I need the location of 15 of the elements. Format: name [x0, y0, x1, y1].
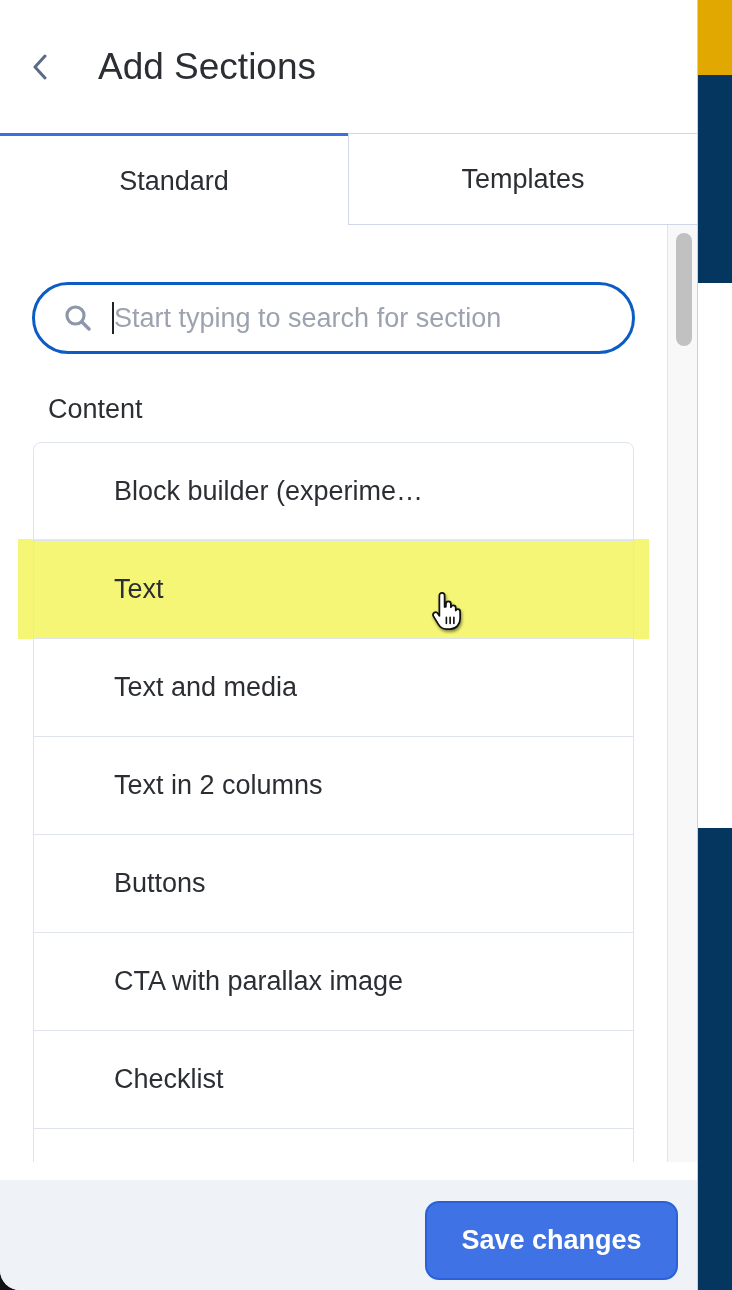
text-caret: [112, 302, 114, 334]
group-heading: Content: [47, 393, 144, 426]
section-list-item[interactable]: Buttons: [34, 835, 633, 933]
tab[interactable]: Templates: [348, 133, 697, 225]
section-list-item[interactable]: Text in 2 columns: [34, 737, 633, 835]
search-field[interactable]: Start typing to search for section: [32, 282, 635, 354]
panel-title: Add Sections: [98, 44, 317, 89]
section-list-item[interactable]: Text and media: [34, 639, 633, 737]
save-button[interactable]: Save changes: [425, 1201, 678, 1280]
back-chevron-icon: [32, 53, 48, 80]
section-list-item[interactable]: Checklist: [34, 1031, 633, 1129]
search-icon: [65, 305, 91, 331]
scrollbar-thumb[interactable]: [676, 233, 692, 346]
section-list-item[interactable]: Text: [34, 541, 633, 639]
section-list-item[interactable]: CTA with parallax image: [34, 933, 633, 1031]
